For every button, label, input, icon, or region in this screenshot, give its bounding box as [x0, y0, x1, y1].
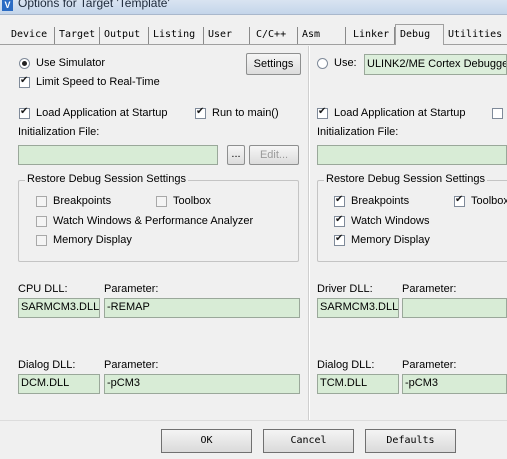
- restore-settings-title: Restore Debug Session Settings: [25, 173, 188, 185]
- right-init-file-label: Initialization File:: [317, 126, 399, 138]
- driver-parameter-field[interactable]: [402, 298, 507, 318]
- breakpoints-label: Breakpoints: [53, 195, 112, 207]
- breakpoints-checkbox[interactable]: [36, 196, 47, 207]
- right-toolbox-label: Toolbox: [471, 195, 507, 207]
- right-breakpoints-checkbox[interactable]: [334, 194, 345, 207]
- tab-device[interactable]: Device: [7, 27, 55, 44]
- tab-c-cpp[interactable]: C/C++: [250, 27, 298, 44]
- watch-windows-label: Watch Windows & Performance Analyzer: [53, 215, 254, 227]
- use-simulator-radio[interactable]: [19, 58, 30, 69]
- right-run-to-main-checkbox[interactable]: [492, 108, 503, 119]
- watch-windows-checkbox[interactable]: [36, 216, 47, 227]
- right-load-app-label: Load Application at Startup: [334, 107, 466, 119]
- tab-target[interactable]: Target: [55, 27, 100, 44]
- toolbox-checkbox[interactable]: [156, 196, 167, 207]
- window-title: Options for Target 'Template': [18, 0, 170, 10]
- dialog-dll-field[interactable]: DCM.DLL: [18, 374, 100, 394]
- driver-dll-field[interactable]: SARMCM3.DLL: [317, 298, 399, 318]
- load-app-label: Load Application at Startup: [36, 107, 168, 119]
- right-dialog-parameter-field[interactable]: -pCM3: [402, 374, 507, 394]
- dialog-button-bar: OK Cancel Defaults: [0, 420, 507, 459]
- tab-utilities[interactable]: Utilities: [444, 27, 507, 44]
- right-watch-windows-checkbox[interactable]: [334, 214, 345, 227]
- cancel-button[interactable]: Cancel: [263, 429, 354, 453]
- browse-button[interactable]: ...: [227, 145, 245, 165]
- right-dialog-dll-field[interactable]: TCM.DLL: [317, 374, 399, 394]
- right-memory-display-label: Memory Display: [351, 234, 430, 246]
- tab-user[interactable]: User: [204, 27, 250, 44]
- right-restore-settings-title: Restore Debug Session Settings: [324, 173, 487, 185]
- use-debugger-radio[interactable]: [317, 58, 328, 69]
- tab-debug[interactable]: Debug: [395, 24, 444, 45]
- run-to-main-checkbox[interactable]: [195, 106, 206, 119]
- cpu-parameter-field[interactable]: -REMAP: [104, 298, 300, 318]
- right-watch-windows-label: Watch Windows: [351, 215, 430, 227]
- right-dialog-parameter-label: Parameter:: [402, 359, 457, 371]
- driver-dll-label: Driver DLL:: [317, 283, 373, 295]
- debugger-select[interactable]: ULINK2/ME Cortex Debugger: [364, 54, 507, 75]
- right-dialog-dll-label: Dialog DLL:: [317, 359, 375, 371]
- toolbox-label: Toolbox: [173, 195, 211, 207]
- init-file-input[interactable]: [18, 145, 218, 165]
- run-to-main-label: Run to main(): [212, 107, 279, 119]
- panel-divider: [308, 46, 310, 420]
- edit-button[interactable]: Edit...: [249, 145, 299, 165]
- tab-asm[interactable]: Asm: [298, 27, 346, 44]
- limit-speed-checkbox[interactable]: [19, 75, 30, 88]
- right-toolbox-checkbox[interactable]: [454, 194, 465, 207]
- right-load-app-checkbox[interactable]: [317, 106, 328, 119]
- driver-parameter-label: Parameter:: [402, 283, 457, 295]
- cpu-parameter-label: Parameter:: [104, 283, 159, 295]
- title-bar: V Options for Target 'Template': [0, 0, 507, 15]
- settings-button[interactable]: Settings: [246, 53, 301, 75]
- ok-button[interactable]: OK: [161, 429, 252, 453]
- app-icon: V: [2, 0, 13, 11]
- cpu-dll-label: CPU DLL:: [18, 283, 68, 295]
- memory-display-checkbox[interactable]: [36, 235, 47, 246]
- tab-linker[interactable]: Linker: [346, 27, 395, 44]
- init-file-label: Initialization File:: [18, 126, 100, 138]
- cpu-dll-field[interactable]: SARMCM3.DLL: [18, 298, 100, 318]
- defaults-button[interactable]: Defaults: [365, 429, 456, 453]
- tab-strip: Device Target Output Listing User C/C++ …: [0, 24, 507, 45]
- use-label: Use:: [334, 57, 357, 69]
- right-memory-display-checkbox[interactable]: [334, 233, 345, 246]
- dialog-parameter-label: Parameter:: [104, 359, 159, 371]
- tab-output[interactable]: Output: [100, 27, 149, 44]
- right-breakpoints-label: Breakpoints: [351, 195, 410, 207]
- memory-display-label: Memory Display: [53, 234, 132, 246]
- limit-speed-label: Limit Speed to Real-Time: [36, 76, 160, 88]
- tab-listing[interactable]: Listing: [149, 27, 204, 44]
- dialog-dll-label: Dialog DLL:: [18, 359, 76, 371]
- dialog-parameter-field[interactable]: -pCM3: [104, 374, 300, 394]
- right-init-file-input[interactable]: [317, 145, 507, 165]
- use-simulator-label: Use Simulator: [36, 57, 106, 69]
- load-app-checkbox[interactable]: [19, 106, 30, 119]
